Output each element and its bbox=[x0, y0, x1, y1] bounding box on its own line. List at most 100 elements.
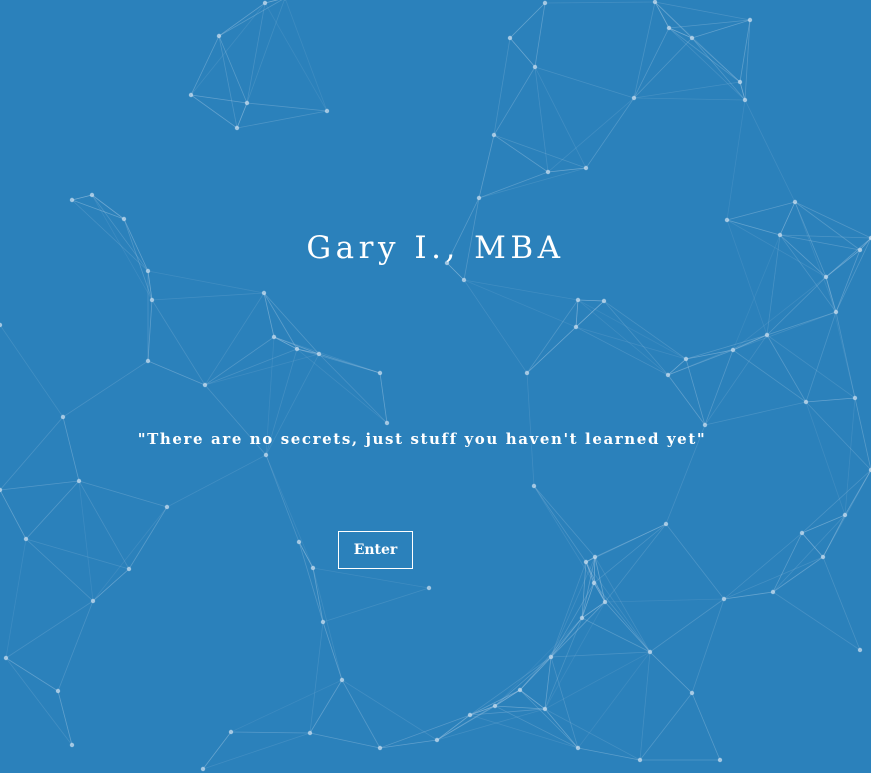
network-link bbox=[704, 401, 807, 426]
network-node bbox=[517, 687, 523, 693]
network-link bbox=[128, 506, 168, 570]
network-node bbox=[764, 332, 770, 338]
network-node bbox=[663, 521, 669, 527]
network-node bbox=[164, 504, 170, 510]
network-link bbox=[147, 299, 153, 362]
network-link bbox=[493, 134, 549, 173]
network-node bbox=[737, 79, 743, 85]
network-node bbox=[263, 452, 269, 458]
network-link bbox=[550, 556, 596, 658]
network-node bbox=[852, 395, 858, 401]
network-link bbox=[190, 94, 238, 129]
network-link bbox=[526, 299, 579, 374]
network-node bbox=[579, 615, 585, 621]
network-link bbox=[509, 37, 536, 68]
network-link bbox=[685, 358, 706, 426]
network-node bbox=[310, 565, 316, 571]
network-link bbox=[62, 416, 80, 482]
network-link bbox=[463, 279, 577, 328]
network-link bbox=[478, 167, 587, 199]
network-node bbox=[90, 598, 96, 604]
network-link bbox=[263, 292, 275, 338]
network-link bbox=[204, 336, 275, 386]
network-link bbox=[801, 532, 824, 558]
network-link bbox=[509, 2, 546, 39]
network-node bbox=[689, 690, 695, 696]
network-link bbox=[667, 374, 706, 426]
network-node bbox=[188, 92, 194, 98]
network-node bbox=[126, 566, 132, 572]
network-node bbox=[149, 297, 155, 303]
network-node bbox=[320, 619, 326, 625]
network-node bbox=[89, 192, 95, 198]
network-link bbox=[78, 480, 94, 602]
network-link bbox=[202, 731, 232, 770]
network-link bbox=[633, 1, 656, 99]
network-node bbox=[339, 677, 345, 683]
network-link bbox=[151, 299, 206, 386]
network-node bbox=[23, 536, 29, 542]
network-node bbox=[324, 108, 330, 114]
tagline-quote: "There are no secrets, just stuff you ha… bbox=[137, 430, 707, 448]
network-node bbox=[507, 35, 513, 41]
network-node bbox=[575, 297, 581, 303]
enter-button[interactable]: Enter bbox=[338, 531, 413, 569]
network-link bbox=[25, 538, 94, 602]
network-link bbox=[309, 679, 343, 734]
network-link bbox=[436, 705, 496, 741]
network-link bbox=[264, 0, 279, 4]
network-node bbox=[820, 554, 826, 560]
network-node bbox=[823, 274, 829, 280]
network-node bbox=[666, 25, 672, 31]
network-link bbox=[493, 37, 511, 136]
network-link bbox=[633, 37, 693, 99]
network-node bbox=[857, 647, 863, 653]
network-link bbox=[147, 270, 153, 301]
network-link bbox=[649, 651, 693, 694]
network-link bbox=[575, 299, 579, 328]
network-node bbox=[316, 351, 322, 357]
network-link bbox=[379, 739, 438, 749]
network-link bbox=[822, 556, 861, 651]
network-node bbox=[244, 100, 250, 106]
network-node bbox=[542, 0, 548, 6]
network-link bbox=[604, 598, 725, 603]
network-link bbox=[577, 299, 687, 360]
network-link bbox=[230, 679, 343, 733]
network-node bbox=[60, 414, 66, 420]
network-link bbox=[62, 360, 149, 418]
network-link bbox=[805, 311, 837, 403]
network-link bbox=[5, 657, 73, 746]
network-node bbox=[234, 125, 240, 131]
network-node bbox=[271, 334, 277, 340]
network-node bbox=[69, 197, 75, 203]
network-link bbox=[544, 708, 641, 761]
network-node bbox=[200, 766, 206, 772]
network-link bbox=[744, 19, 751, 101]
network-link bbox=[533, 485, 596, 558]
network-node bbox=[683, 356, 689, 362]
network-link bbox=[585, 561, 651, 653]
network-link bbox=[218, 35, 238, 129]
network-node bbox=[803, 399, 809, 405]
network-node bbox=[647, 649, 653, 655]
network-link bbox=[273, 336, 381, 374]
network-link bbox=[544, 708, 579, 749]
network-node bbox=[717, 757, 723, 763]
network-node bbox=[262, 0, 268, 6]
network-node bbox=[55, 688, 61, 694]
network-link bbox=[463, 279, 528, 374]
network-link bbox=[236, 110, 328, 129]
network-link bbox=[5, 538, 27, 659]
network-link bbox=[577, 299, 669, 376]
network-link bbox=[844, 397, 856, 516]
network-link bbox=[218, 35, 248, 104]
network-node bbox=[3, 655, 9, 661]
network-link bbox=[732, 276, 827, 351]
network-node bbox=[384, 420, 390, 426]
network-link bbox=[723, 532, 803, 600]
network-link bbox=[309, 732, 381, 749]
network-link bbox=[298, 541, 324, 623]
network-link bbox=[5, 600, 94, 659]
network-link bbox=[263, 292, 320, 355]
